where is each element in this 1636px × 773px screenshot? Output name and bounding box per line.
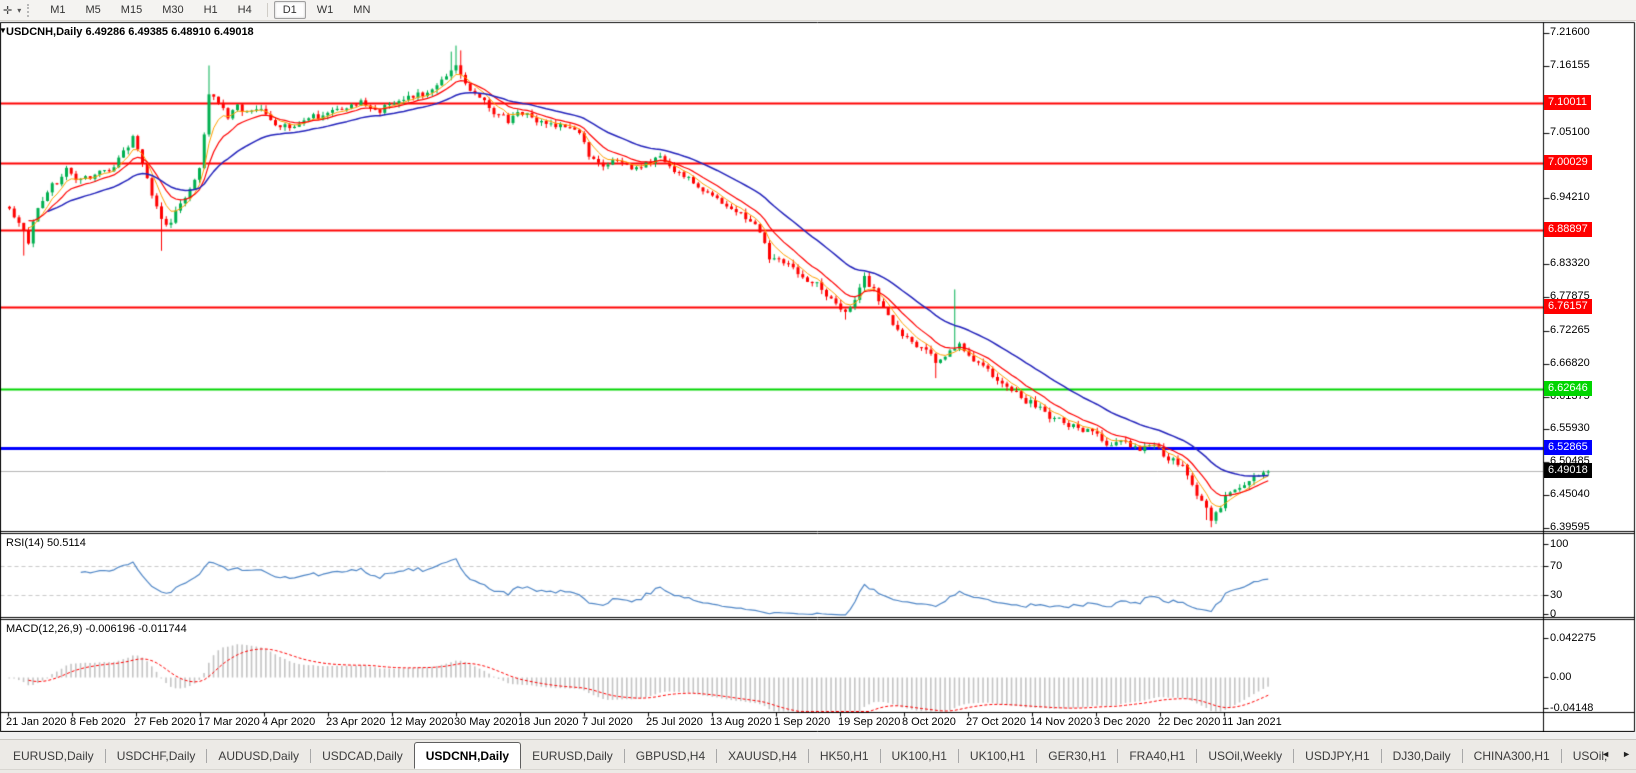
trading-terminal-window: ✛ ▾ M1 M5 M15 M30 H1 H4 D1 W1 MN ▼ USDCNH,Daily … xyxy=(0,0,1636,773)
timeframe-m30[interactable]: M30 xyxy=(153,1,192,19)
macd-axis-tick-label: 0.042275 xyxy=(1550,632,1596,644)
x-axis-date-label: 1 Sep 2020 xyxy=(774,716,831,728)
timeframe-m15[interactable]: M15 xyxy=(112,1,151,19)
x-axis-date-label: 12 May 2020 xyxy=(390,716,454,728)
chart-plot-canvas[interactable] xyxy=(0,21,1636,732)
x-axis-date-label: 8 Oct 2020 xyxy=(902,716,956,728)
timeframe-h1[interactable]: H1 xyxy=(195,1,227,19)
chart-title: USDCNH,Daily 6.49286 6.49385 6.48910 6.4… xyxy=(6,26,254,38)
level-price-label: 7.00029 xyxy=(1544,155,1592,171)
y-axis-tick-label: 6.39595 xyxy=(1550,520,1590,533)
chart-tab-ger30-h1[interactable]: GER30,H1 xyxy=(1037,743,1117,769)
chart-tab-audusd-daily[interactable]: AUDUSD,Daily xyxy=(207,743,310,769)
x-axis-date-label: 22 Dec 2020 xyxy=(1158,716,1221,728)
macd-axis-tick-label: 0.00 xyxy=(1550,671,1572,683)
x-axis-date-label: 11 Jan 2021 xyxy=(1222,716,1282,728)
x-axis-date-label: 19 Sep 2020 xyxy=(838,716,901,728)
macd-indicator-label: MACD(12,26,9) -0.006196 -0.011744 xyxy=(6,623,187,635)
chevron-down-icon[interactable]: ▾ xyxy=(15,6,23,15)
x-axis-date-label: 23 Apr 2020 xyxy=(326,716,386,728)
level-price-label: 6.88897 xyxy=(1544,222,1592,238)
y-axis-tick-label: 6.83320 xyxy=(1550,257,1590,270)
rsi-axis-tick-label: 0 xyxy=(1550,608,1557,620)
level-price-label: 6.52865 xyxy=(1544,439,1592,455)
macd-axis-tick-label: -0.04148 xyxy=(1550,702,1594,714)
x-axis-date-label: 13 Aug 2020 xyxy=(710,716,772,728)
x-axis-date-label: 7 Jul 2020 xyxy=(582,716,633,728)
timeframe-w1[interactable]: W1 xyxy=(308,1,343,19)
level-price-label: 6.62646 xyxy=(1544,380,1592,396)
y-axis-tick-label: 7.21600 xyxy=(1550,26,1590,38)
timeframe-button-group: M1 M5 M15 M30 H1 H4 D1 W1 MN xyxy=(40,1,380,19)
top-toolbar: ✛ ▾ M1 M5 M15 M30 H1 H4 D1 W1 MN xyxy=(0,0,1636,21)
y-axis-tick-label: 6.66820 xyxy=(1550,356,1590,369)
y-axis-tick-label: 7.05100 xyxy=(1550,125,1590,138)
chart-tab-gbpusd-h4[interactable]: GBPUSD,H4 xyxy=(625,743,716,769)
rsi-axis-tick-label: 30 xyxy=(1550,589,1563,601)
chart-tab-china300-h1[interactable]: CHINA300,H1 xyxy=(1463,743,1561,769)
chart-tab-eurusd-daily[interactable]: EURUSD,Daily xyxy=(521,743,624,769)
timeframe-mn[interactable]: MN xyxy=(344,1,379,19)
chart-tabs: EURUSD,Daily USDCHF,Daily AUDUSD,Daily USDC… xyxy=(2,742,1618,769)
y-axis-tick-label: 6.55930 xyxy=(1550,422,1590,435)
y-axis-tick-label: 6.72265 xyxy=(1550,323,1590,336)
crosshair-icon[interactable]: ✛ xyxy=(0,4,15,17)
rsi-indicator-label: RSI(14) 50.5114 xyxy=(6,537,86,549)
chart-tab-usdjpy-h1[interactable]: USDJPY,H1 xyxy=(1294,743,1380,769)
timeframe-d1[interactable]: D1 xyxy=(273,1,306,19)
x-axis-date-label: 8 Feb 2020 xyxy=(70,716,126,728)
tab-scroll-left-button[interactable]: ◄ xyxy=(1598,748,1613,760)
current-price-label: 6.49018 xyxy=(1544,463,1592,479)
x-axis-date-label: 3 Dec 2020 xyxy=(1094,716,1151,728)
chart-tab-hk50-h1[interactable]: HK50,H1 xyxy=(809,743,880,769)
tab-scroll-arrows: ◄ ► xyxy=(1598,748,1634,760)
level-price-label: 7.10011 xyxy=(1544,94,1591,110)
x-axis-date-label: 4 Apr 2020 xyxy=(262,716,316,728)
timeframe-h4[interactable]: H4 xyxy=(229,1,261,19)
x-axis-date-label: 14 Nov 2020 xyxy=(1030,716,1093,728)
chart-tab-xauusd-h4[interactable]: XAUUSD,H4 xyxy=(717,743,808,769)
toolbar-drag-handle[interactable] xyxy=(27,3,33,17)
x-axis-date-label: 27 Oct 2020 xyxy=(966,716,1026,728)
chart-tab-uk100-h1[interactable]: UK100,H1 xyxy=(959,743,1036,769)
x-axis-date-label: 21 Jan 2020 xyxy=(6,716,67,728)
timeframe-m1[interactable]: M1 xyxy=(41,1,74,19)
tab-scroll-right-button[interactable]: ► xyxy=(1619,748,1634,760)
chart-tab-eurusd-daily[interactable]: EURUSD,Daily xyxy=(2,743,105,769)
x-axis-date-label: 30 May 2020 xyxy=(454,716,518,728)
x-axis-date-label: 27 Feb 2020 xyxy=(134,716,196,728)
level-price-label: 6.76157 xyxy=(1544,299,1592,315)
chart-tab-dj30-daily[interactable]: DJ30,Daily xyxy=(1382,743,1462,769)
chart-tab-usoil-weekly[interactable]: USOil,Weekly xyxy=(1197,743,1293,769)
chart-tab-usdcad-daily[interactable]: USDCAD,Daily xyxy=(311,743,414,769)
x-axis-date-label: 25 Jul 2020 xyxy=(646,716,703,728)
rsi-axis-tick-label: 70 xyxy=(1550,560,1563,572)
chart-tab-usdcnh-daily[interactable]: USDCNH,Daily xyxy=(413,742,522,769)
rsi-axis-tick-label: 100 xyxy=(1550,538,1569,550)
chart-tab-fra40-h1[interactable]: FRA40,H1 xyxy=(1118,743,1196,769)
x-axis-date-label: 18 Jun 2020 xyxy=(518,716,579,728)
chart-tab-uk100-h1[interactable]: UK100,H1 xyxy=(881,743,958,769)
chart-tab-usdchf-daily[interactable]: USDCHF,Daily xyxy=(106,743,207,769)
chart-tab-bar: EURUSD,Daily USDCHF,Daily AUDUSD,Daily USDC… xyxy=(0,739,1636,773)
y-axis-tick-label: 6.45040 xyxy=(1550,488,1590,501)
timeframe-m5[interactable]: M5 xyxy=(77,1,110,19)
timeframe-group-separator xyxy=(266,3,268,17)
x-axis-date-label: 17 Mar 2020 xyxy=(198,716,260,728)
y-axis-tick-label: 7.16155 xyxy=(1550,58,1590,71)
y-axis-tick-label: 6.94210 xyxy=(1550,191,1590,204)
